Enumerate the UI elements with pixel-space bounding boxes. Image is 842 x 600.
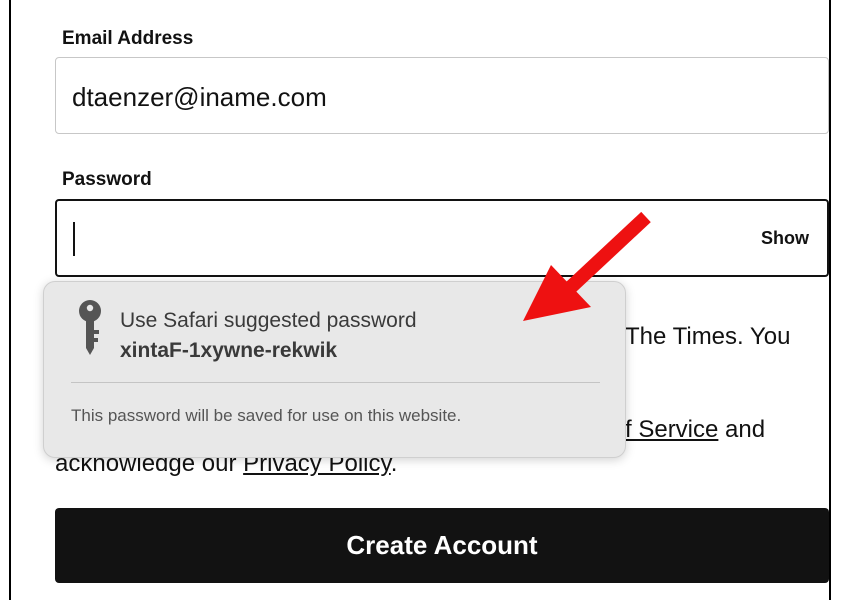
page-frame: Email Address dtaenzer@iname.com Passwor… xyxy=(9,0,831,600)
suggestion-title: Use Safari suggested password xyxy=(120,309,417,332)
suggested-password-value: xintaF-1xywne-rekwik xyxy=(120,339,338,362)
email-value: dtaenzer@iname.com xyxy=(72,82,327,112)
use-suggested-password-option[interactable]: Use Safari suggested password xintaF-1xy… xyxy=(44,282,625,377)
email-label: Email Address xyxy=(62,28,194,49)
show-password-button[interactable]: Show xyxy=(761,228,809,249)
legal-and-text: and xyxy=(718,416,766,443)
legal-text-line1: The Times. You xyxy=(625,323,791,350)
create-account-button[interactable]: Create Account xyxy=(55,508,829,583)
safari-password-suggestion-popup: Use Safari suggested password xintaF-1xy… xyxy=(43,281,626,458)
password-field[interactable]: Show xyxy=(55,199,829,277)
create-account-label: Create Account xyxy=(346,530,538,560)
email-field[interactable]: dtaenzer@iname.com xyxy=(55,57,829,134)
popup-divider xyxy=(71,382,600,383)
terms-of-service-link[interactable]: f Service xyxy=(625,416,718,443)
password-label: Password xyxy=(62,169,152,190)
legal-text-line2: f Service and xyxy=(625,416,765,444)
text-caret xyxy=(73,222,75,256)
popup-note: This password will be saved for use on t… xyxy=(71,406,462,425)
key-icon xyxy=(79,300,101,355)
